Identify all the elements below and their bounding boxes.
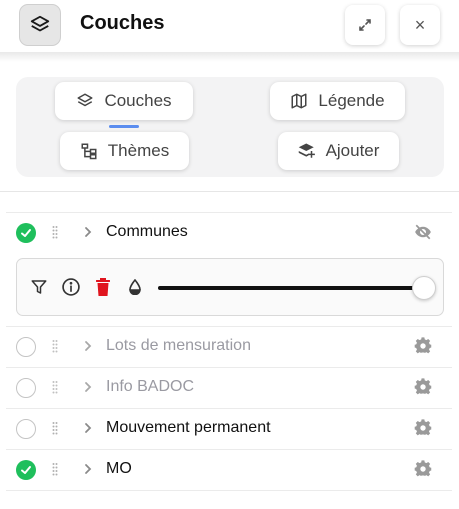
gear-icon[interactable] <box>414 378 432 396</box>
layer-checkbox[interactable] <box>16 337 36 357</box>
delete-button[interactable] <box>91 275 115 299</box>
close-icon: × <box>414 14 426 35</box>
layer-label: Mouvement permanent <box>106 419 271 436</box>
filter-icon <box>31 280 47 294</box>
chevron-right-icon[interactable] <box>83 340 93 352</box>
layer-checkbox[interactable] <box>16 419 36 439</box>
opacity-icon <box>129 279 141 295</box>
layer-row-mouvement-permanent[interactable]: Mouvement permanent <box>0 409 459 449</box>
drag-handle-icon[interactable] <box>52 225 58 239</box>
row-divider <box>6 490 452 491</box>
panel-header: Couches × <box>0 0 459 52</box>
tab-themes[interactable]: Thèmes <box>60 132 189 170</box>
tab-couches[interactable]: Couches <box>55 82 193 120</box>
tab-ajouter[interactable]: Ajouter <box>278 132 399 170</box>
expand-button[interactable] <box>345 5 385 45</box>
map-icon <box>291 93 307 109</box>
drag-handle-icon[interactable] <box>52 462 58 476</box>
drag-handle-icon[interactable] <box>52 380 58 394</box>
gear-icon[interactable] <box>414 419 432 437</box>
layers-panel-button[interactable] <box>19 4 61 46</box>
layer-label: MO <box>106 460 132 477</box>
header-shadow <box>0 52 459 62</box>
panel-title: Couches <box>80 12 165 34</box>
layers-icon <box>30 15 50 32</box>
tab-selected-indicator <box>109 125 139 128</box>
tab-legende[interactable]: Légende <box>270 82 405 120</box>
add-layer-icon <box>298 143 315 158</box>
drag-handle-icon[interactable] <box>52 421 58 435</box>
drag-handle-icon[interactable] <box>52 339 58 353</box>
chevron-right-icon[interactable] <box>83 422 93 434</box>
layer-row-info-badoc[interactable]: Info BADOC <box>0 368 459 408</box>
chevron-right-icon[interactable] <box>83 463 93 475</box>
check-icon <box>21 229 31 237</box>
close-button[interactable]: × <box>400 5 440 45</box>
layer-row-mo[interactable]: MO <box>0 450 459 490</box>
layer-row-lots-de-mensuration[interactable]: Lots de mensuration <box>0 327 459 367</box>
gear-icon[interactable] <box>414 337 432 355</box>
delete-icon <box>96 278 110 296</box>
tab-label: Couches <box>104 91 172 110</box>
layer-checkbox[interactable] <box>16 223 36 243</box>
tab-label: Légende <box>318 91 385 110</box>
opacity-button[interactable] <box>123 275 147 299</box>
tab-label: Thèmes <box>107 141 170 160</box>
tree-icon <box>81 143 97 160</box>
check-icon <box>21 466 31 474</box>
opacity-slider-handle[interactable] <box>412 276 436 300</box>
visibility-off-icon[interactable] <box>414 223 432 241</box>
layer-label: Communes <box>106 223 188 240</box>
layer-label: Info BADOC <box>106 378 195 395</box>
layer-row-communes[interactable]: Communes <box>0 213 459 253</box>
layer-tools-panel <box>16 258 444 316</box>
info-icon <box>62 278 80 296</box>
filter-button[interactable] <box>27 275 51 299</box>
gear-icon[interactable] <box>414 460 432 478</box>
expand-icon <box>359 19 371 31</box>
info-button[interactable] <box>59 275 83 299</box>
chevron-right-icon[interactable] <box>83 226 93 238</box>
layers-icon <box>77 93 93 107</box>
chevron-right-icon[interactable] <box>83 381 93 393</box>
divider <box>0 191 459 192</box>
layer-checkbox[interactable] <box>16 378 36 398</box>
opacity-slider-track[interactable] <box>158 286 423 290</box>
layer-label: Lots de mensuration <box>106 337 251 354</box>
tab-label: Ajouter <box>325 141 380 160</box>
layer-checkbox[interactable] <box>16 460 36 480</box>
